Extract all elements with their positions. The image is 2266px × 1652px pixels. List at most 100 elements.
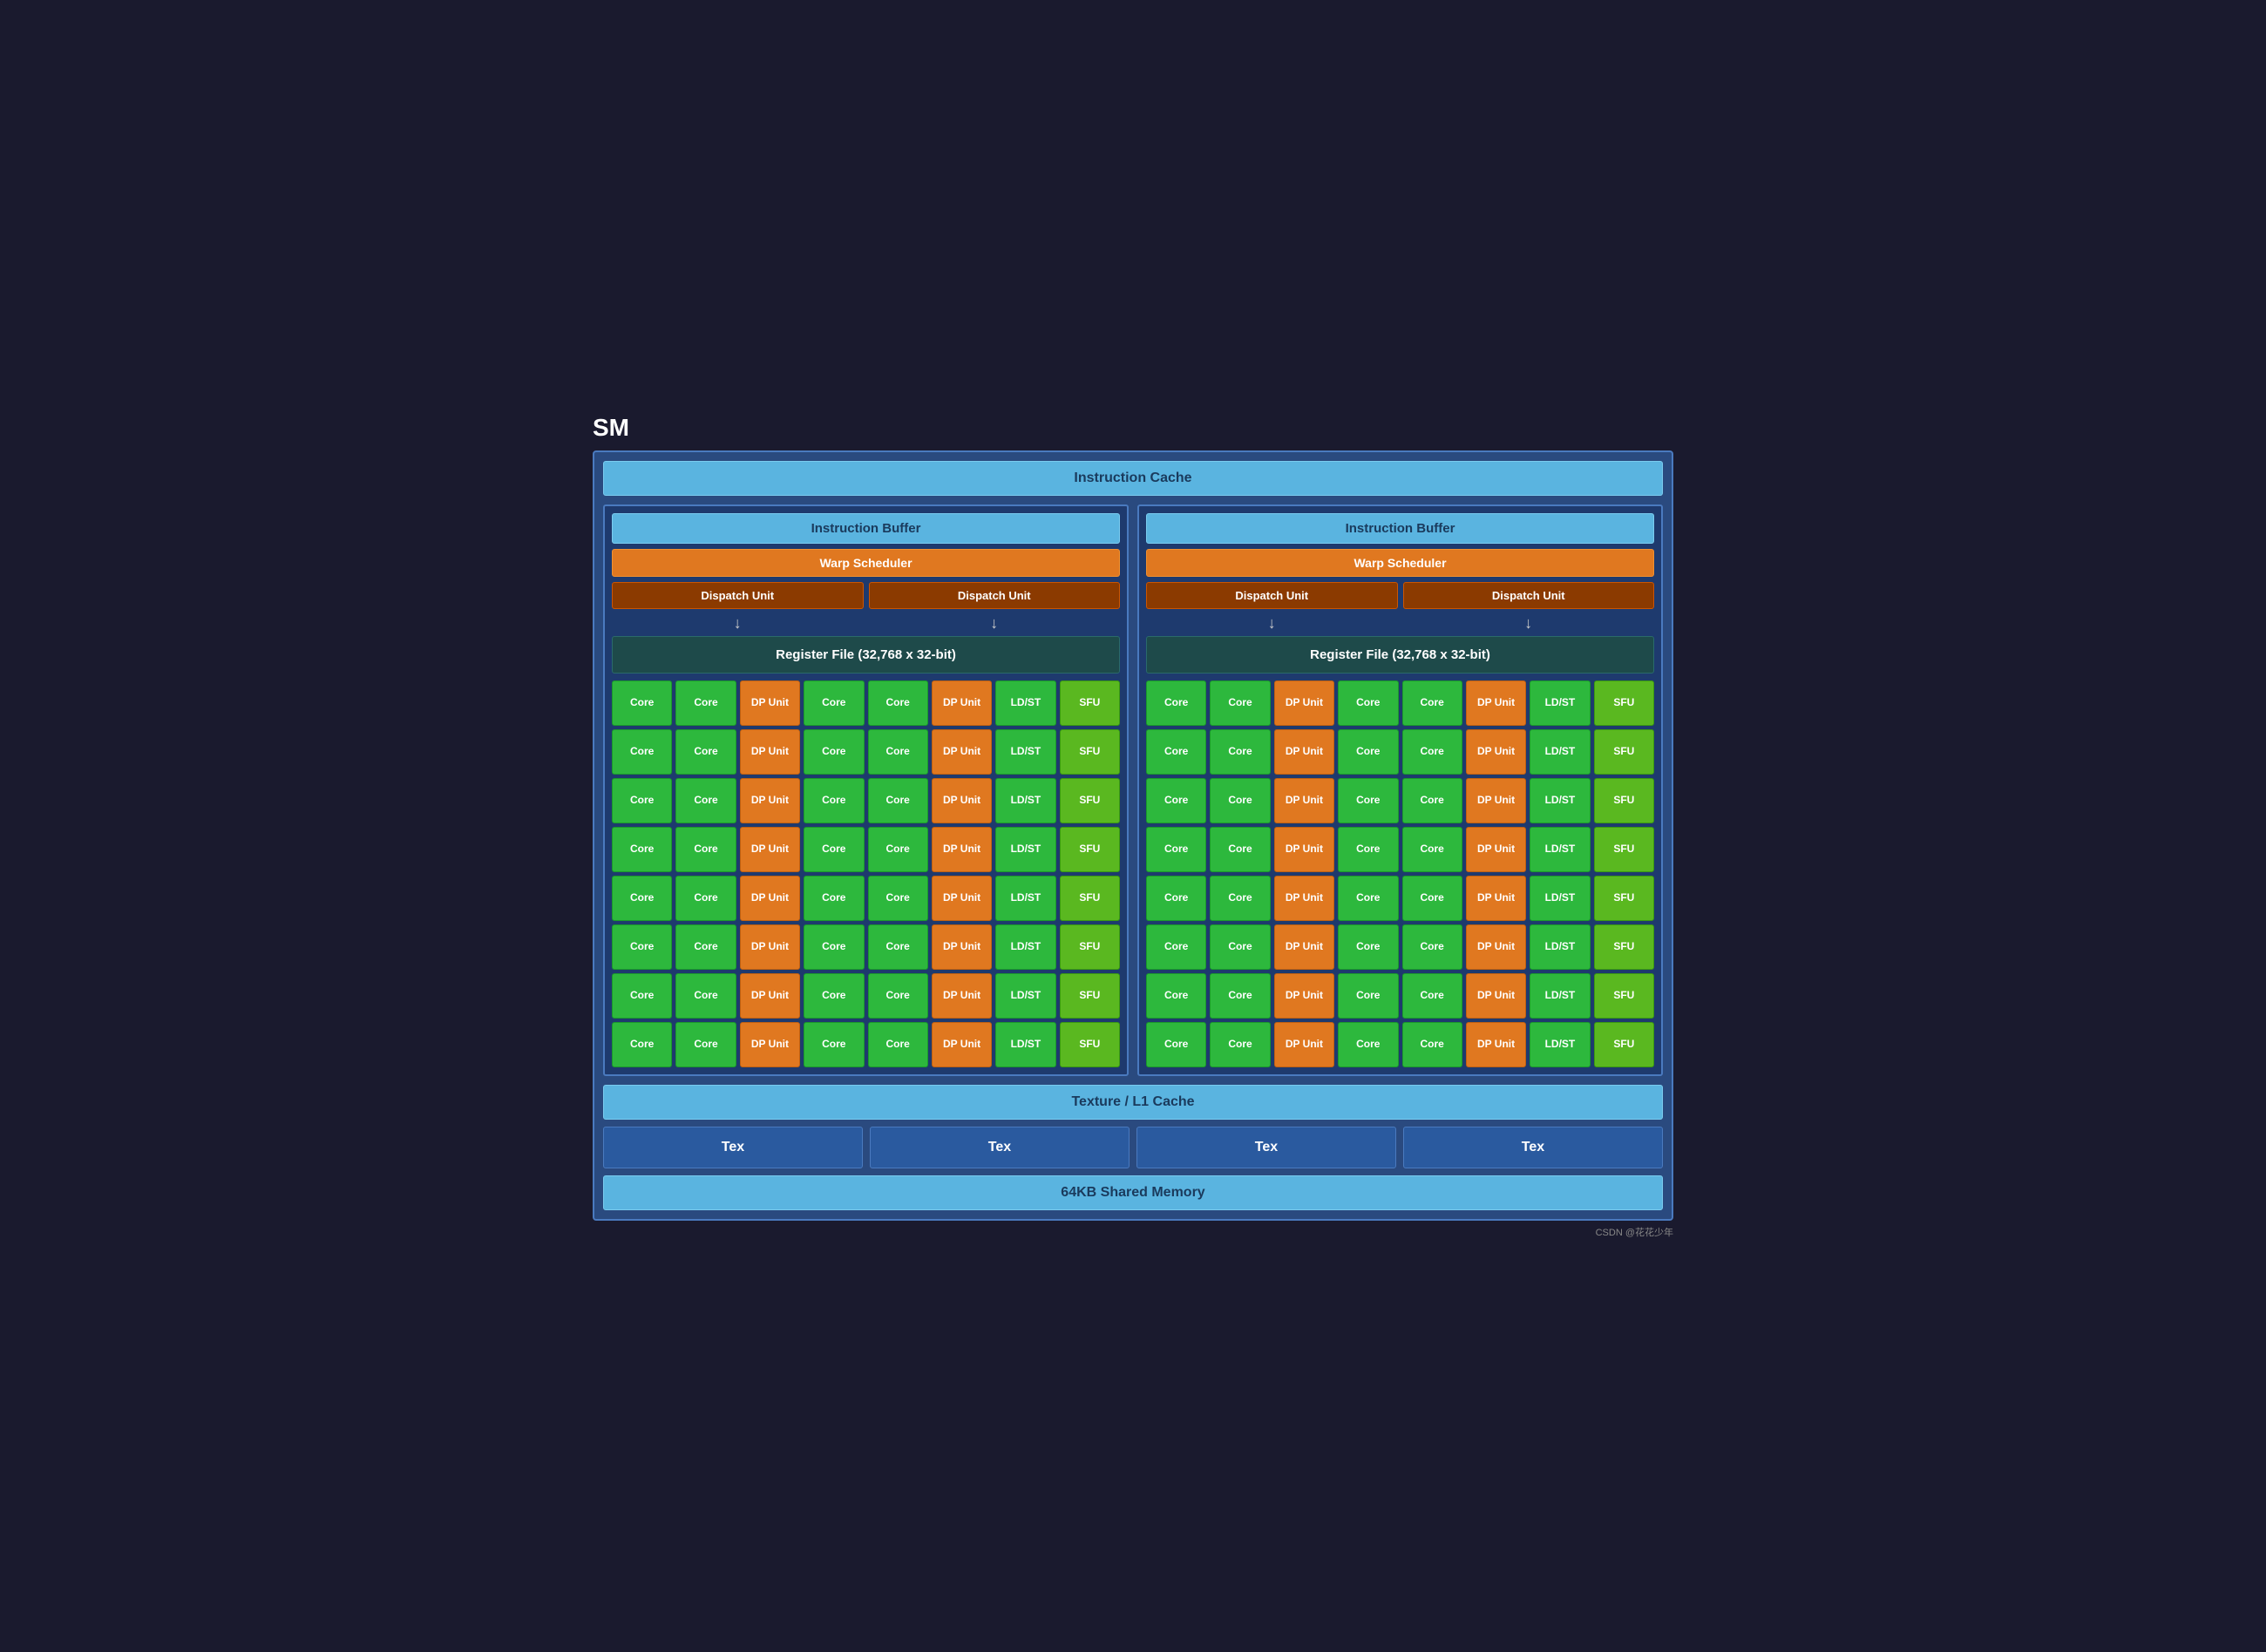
right-cell-r7-c0: Core [1146, 1022, 1206, 1067]
right-cell-r5-c7: SFU [1594, 924, 1654, 970]
right-cell-r6-c4: Core [1402, 973, 1462, 1019]
right-cell-r6-c2: DP Unit [1274, 973, 1334, 1019]
shared-memory: 64KB Shared Memory [603, 1175, 1663, 1210]
right-cell-r2-c3: Core [1338, 778, 1398, 823]
left-cell-r7-c2: DP Unit [740, 1022, 800, 1067]
right-cell-r3-c0: Core [1146, 827, 1206, 872]
right-dispatch-unit-2: Dispatch Unit [1403, 582, 1655, 609]
left-cell-r2-c2: DP Unit [740, 778, 800, 823]
right-cell-r6-c6: LD/ST [1530, 973, 1590, 1019]
left-cell-r3-c0: Core [612, 827, 672, 872]
right-cell-r5-c5: DP Unit [1466, 924, 1526, 970]
left-cell-r5-c5: DP Unit [932, 924, 992, 970]
sm-label: SM [593, 414, 1673, 442]
left-cell-r2-c1: Core [675, 778, 736, 823]
left-cell-r0-c0: Core [612, 680, 672, 726]
right-register-file: Register File (32,768 x 32-bit) [1146, 636, 1654, 674]
right-cell-r6-c5: DP Unit [1466, 973, 1526, 1019]
right-cell-r7-c4: Core [1402, 1022, 1462, 1067]
right-cell-r0-c5: DP Unit [1466, 680, 1526, 726]
right-dispatch-row: Dispatch Unit Dispatch Unit [1146, 582, 1654, 609]
right-cell-r4-c7: SFU [1594, 876, 1654, 921]
bottom-section: Texture / L1 Cache TexTexTexTex 64KB Sha… [603, 1085, 1663, 1210]
left-cell-r4-c1: Core [675, 876, 736, 921]
right-half: Instruction Buffer Warp Scheduler Dispat… [1137, 504, 1663, 1076]
right-cell-r7-c1: Core [1210, 1022, 1270, 1067]
tex-unit-0: Tex [603, 1127, 863, 1168]
right-cell-r3-c5: DP Unit [1466, 827, 1526, 872]
left-dispatch-unit-1: Dispatch Unit [612, 582, 864, 609]
left-cell-r5-c2: DP Unit [740, 924, 800, 970]
right-warp-scheduler: Warp Scheduler [1146, 549, 1654, 577]
left-cell-r6-c5: DP Unit [932, 973, 992, 1019]
right-cell-r5-c2: DP Unit [1274, 924, 1334, 970]
left-cell-r4-c2: DP Unit [740, 876, 800, 921]
left-dispatch-unit-2: Dispatch Unit [869, 582, 1121, 609]
left-cell-r6-c4: Core [868, 973, 928, 1019]
right-cell-r5-c4: Core [1402, 924, 1462, 970]
right-cell-r3-c4: Core [1402, 827, 1462, 872]
right-cell-r7-c7: SFU [1594, 1022, 1654, 1067]
left-cell-r6-c7: SFU [1060, 973, 1120, 1019]
left-cell-r2-c3: Core [804, 778, 864, 823]
left-cell-r4-c6: LD/ST [995, 876, 1055, 921]
left-cell-r5-c4: Core [868, 924, 928, 970]
right-cell-r4-c5: DP Unit [1466, 876, 1526, 921]
left-cell-r2-c0: Core [612, 778, 672, 823]
left-cell-r3-c1: Core [675, 827, 736, 872]
sm-box: Instruction Cache Instruction Buffer War… [593, 450, 1673, 1221]
left-dispatch-arrows: ↓ ↓ [612, 614, 1120, 633]
right-cell-r5-c6: LD/ST [1530, 924, 1590, 970]
left-cell-r7-c6: LD/ST [995, 1022, 1055, 1067]
right-cell-r1-c7: SFU [1594, 729, 1654, 775]
right-arrow-2: ↓ [1403, 614, 1655, 633]
left-cell-r5-c0: Core [612, 924, 672, 970]
left-cell-r0-c3: Core [804, 680, 864, 726]
left-arrow-1: ↓ [612, 614, 864, 633]
right-cell-r5-c3: Core [1338, 924, 1398, 970]
left-cell-r2-c6: LD/ST [995, 778, 1055, 823]
left-cell-r2-c5: DP Unit [932, 778, 992, 823]
left-cell-r0-c5: DP Unit [932, 680, 992, 726]
left-cell-r4-c5: DP Unit [932, 876, 992, 921]
right-cell-r7-c5: DP Unit [1466, 1022, 1526, 1067]
left-cell-r6-c2: DP Unit [740, 973, 800, 1019]
left-arrow-2: ↓ [869, 614, 1121, 633]
right-cell-r4-c6: LD/ST [1530, 876, 1590, 921]
tex-row: TexTexTexTex [603, 1127, 1663, 1168]
right-cell-r3-c6: LD/ST [1530, 827, 1590, 872]
right-dispatch-arrows: ↓ ↓ [1146, 614, 1654, 633]
right-cell-r5-c1: Core [1210, 924, 1270, 970]
left-cell-r4-c3: Core [804, 876, 864, 921]
right-cell-r4-c2: DP Unit [1274, 876, 1334, 921]
left-cell-r1-c2: DP Unit [740, 729, 800, 775]
right-cell-r1-c1: Core [1210, 729, 1270, 775]
left-cell-r5-c6: LD/ST [995, 924, 1055, 970]
right-cell-r1-c6: LD/ST [1530, 729, 1590, 775]
right-cell-r3-c3: Core [1338, 827, 1398, 872]
right-cell-r4-c3: Core [1338, 876, 1398, 921]
left-cell-r1-c7: SFU [1060, 729, 1120, 775]
right-cell-r6-c7: SFU [1594, 973, 1654, 1019]
texture-l1-cache: Texture / L1 Cache [603, 1085, 1663, 1120]
instruction-cache: Instruction Cache [603, 461, 1663, 496]
left-cell-r3-c7: SFU [1060, 827, 1120, 872]
right-cell-r2-c4: Core [1402, 778, 1462, 823]
left-cell-r6-c0: Core [612, 973, 672, 1019]
left-cell-r6-c3: Core [804, 973, 864, 1019]
left-instruction-buffer: Instruction Buffer [612, 513, 1120, 544]
left-cell-r7-c5: DP Unit [932, 1022, 992, 1067]
right-dispatch-unit-1: Dispatch Unit [1146, 582, 1398, 609]
left-register-file: Register File (32,768 x 32-bit) [612, 636, 1120, 674]
left-cell-r1-c6: LD/ST [995, 729, 1055, 775]
left-cell-r1-c4: Core [868, 729, 928, 775]
left-cell-r5-c7: SFU [1060, 924, 1120, 970]
left-cell-r2-c4: Core [868, 778, 928, 823]
right-cell-r0-c2: DP Unit [1274, 680, 1334, 726]
right-core-grid: CoreCoreDP UnitCoreCoreDP UnitLD/STSFUCo… [1146, 680, 1654, 1067]
right-cell-r0-c0: Core [1146, 680, 1206, 726]
right-cell-r7-c6: LD/ST [1530, 1022, 1590, 1067]
left-cell-r4-c4: Core [868, 876, 928, 921]
left-cell-r5-c3: Core [804, 924, 864, 970]
left-core-grid: CoreCoreDP UnitCoreCoreDP UnitLD/STSFUCo… [612, 680, 1120, 1067]
